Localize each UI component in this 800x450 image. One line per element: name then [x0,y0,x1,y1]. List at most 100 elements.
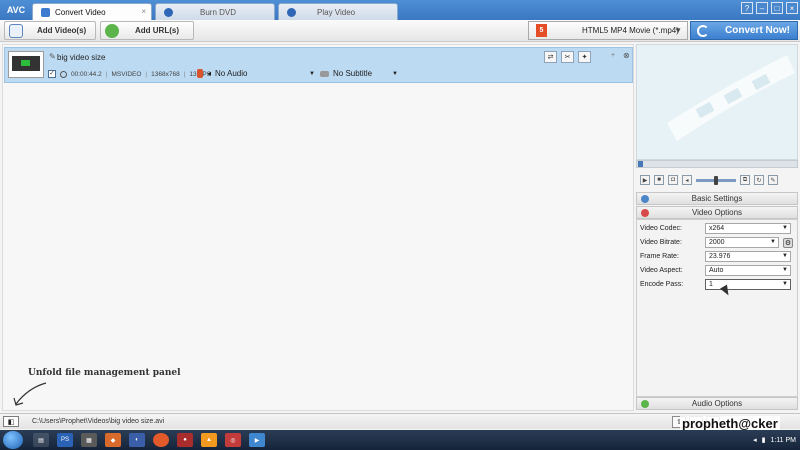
tab-play-video[interactable]: Play Video [278,3,398,20]
convert-now-button[interactable]: Convert Now! [690,21,798,40]
encode-pass-select[interactable]: 1 ▼ [705,279,791,290]
chevron-down-icon: ▼ [392,70,398,77]
file-meta: ✓ 00:00:44.2 | MSVIDEO | 1368x768 | 13 F… [48,70,211,78]
avc-icon[interactable]: ▶ [249,433,265,447]
gear-icon[interactable]: ⚙ [783,237,793,248]
effects-icon[interactable]: ✦ [578,51,591,63]
add-urls-button[interactable]: Add URL(s) [100,21,194,40]
app-icon[interactable]: ◐ [129,433,145,447]
video-options-icon [641,209,649,217]
tab-label: Convert Video [55,7,106,17]
audio-options-header[interactable]: Audio Options [636,397,798,410]
file-list: ✎ big video size ✓ 00:00:44.2 | MSVIDEO … [2,44,634,411]
minimize-button[interactable]: – [756,2,768,14]
seek-slider[interactable] [636,160,798,168]
annotation-text: Unfold file management panel [28,368,181,378]
list-item[interactable]: ✎ big video size ✓ 00:00:44.2 | MSVIDEO … [4,47,633,83]
subtitle-dropdown[interactable]: No Subtitle ▼ [320,69,398,78]
duration: 00:00:44.2 [71,70,102,78]
maximize-button[interactable]: □ [771,2,783,14]
disc-icon [164,7,173,17]
refresh-icon [697,24,709,37]
system-tray: ◂ ▮ 1:11 PM [753,430,796,450]
frame-rate-select[interactable]: 23.976 ▼ [705,251,791,262]
add-urls-label: Add URL(s) [135,26,179,35]
video-thumbnail [8,51,44,78]
chevron-down-icon: ▼ [782,281,788,287]
audio-options-icon [641,400,649,408]
close-button[interactable]: × [786,2,798,14]
chevron-down-icon: ▼ [674,26,682,35]
volume-icon[interactable]: ◂ [753,436,757,444]
file-checkbox[interactable]: ✓ [48,70,56,78]
setting-row-video-codec: Video Codec: x264 ▼ [637,222,797,235]
add-videos-button[interactable]: Add Video(s) [4,21,96,40]
unfold-panel-button[interactable]: ◧ [3,416,19,427]
refresh-icon[interactable]: ↻ [754,175,764,185]
tab-convert-video[interactable]: Convert Video × [32,3,152,20]
basic-settings-header[interactable]: Basic Settings [636,192,798,205]
item-tools: ⇄ ✂ ✦ [544,51,591,63]
clock[interactable]: 1:11 PM [770,437,796,444]
video-aspect-select[interactable]: Auto ▼ [705,265,791,276]
vlc-icon[interactable]: ▲ [201,433,217,447]
setting-row-frame-rate: Frame Rate: 23.976 ▼ [637,250,797,263]
profile-label: HTML5 MP4 Movie (*.mp4) [582,26,679,35]
setting-row-video-aspect: Video Aspect: Auto ▼ [637,264,797,277]
snapshot-icon[interactable]: ◘ [668,175,678,185]
speaker-icon[interactable]: ◂ [682,175,692,185]
app-icon[interactable]: PS [57,433,73,447]
app-icon[interactable]: ▦ [81,433,97,447]
app-icon[interactable]: ◆ [105,433,121,447]
start-button[interactable] [3,431,23,449]
resolution: 1368x768 [151,70,180,78]
help-button[interactable]: ? [741,2,753,14]
basic-settings-label: Basic Settings [691,194,743,203]
convert-icon[interactable]: ⇄ [544,51,557,63]
setting-label: Video Bitrate: [640,239,682,246]
seek-handle[interactable] [638,161,643,167]
fullscreen-icon[interactable]: ⧉ [740,175,750,185]
setting-label: Encode Pass: [640,281,684,288]
file-path: C:\Users\Prophet\Videos\big video size.a… [32,418,165,425]
film-strip-icon [667,55,795,141]
separator: | [183,70,186,78]
play-icon [287,7,296,17]
setting-row-video-bitrate: Video Bitrate: 2000 ▼ ⚙ [637,236,797,249]
separator: | [145,70,148,78]
setting-value: Auto [709,267,724,274]
video-options-header[interactable]: Video Options [636,206,798,219]
audio-track-dropdown[interactable]: ◂ No Audio ▼ [197,69,315,78]
setting-value: 23.976 [709,253,731,260]
convert-label: Convert Now! [725,25,790,36]
tab-burn-dvd[interactable]: Burn DVD [155,3,275,20]
play-icon[interactable]: ▶ [640,175,650,185]
edit-name-icon[interactable]: ✎ [49,52,56,61]
taskbar: ▤ PS ▦ ◆ ◐ ● ▲ ◎ ▶ ◂ ▮ 1:11 PM [0,430,800,450]
setting-value: 2000 [709,239,725,246]
close-icon[interactable]: × [141,7,146,16]
codec: MSVIDEO [111,70,142,78]
setting-row-encode-pass: Encode Pass: 1 ▼ [637,278,797,291]
video-options-label: Video Options [691,208,743,217]
folder-icon[interactable]: ▤ [33,433,49,447]
audio-options-label: Audio Options [691,399,743,408]
video-bitrate-select[interactable]: 2000 ▼ [705,237,779,248]
video-options-panel: Video Codec: x264 ▼ Video Bitrate: 2000 ▼ … [636,219,798,397]
video-codec-select[interactable]: x264 ▼ [705,223,791,234]
file-name: big video size [57,53,106,62]
setting-value: x264 [709,225,725,232]
stop-icon[interactable]: ■ [654,175,664,185]
watermark: propheth@cker [680,416,780,431]
output-profile-dropdown[interactable]: 5 HTML5 MP4 Movie (*.mp4) ▼ [528,21,688,40]
remove-item-icon[interactable]: ⊗ [623,51,630,60]
video-preview [636,44,798,160]
expand-icon[interactable]: + [611,52,615,59]
firefox-icon[interactable] [153,433,169,447]
settings-icon[interactable]: ✎ [768,175,778,185]
app-icon[interactable]: ● [177,433,193,447]
cut-icon[interactable]: ✂ [561,51,574,63]
network-icon[interactable]: ▮ [762,436,766,444]
volume-slider[interactable] [696,175,736,185]
app-icon[interactable]: ◎ [225,433,241,447]
